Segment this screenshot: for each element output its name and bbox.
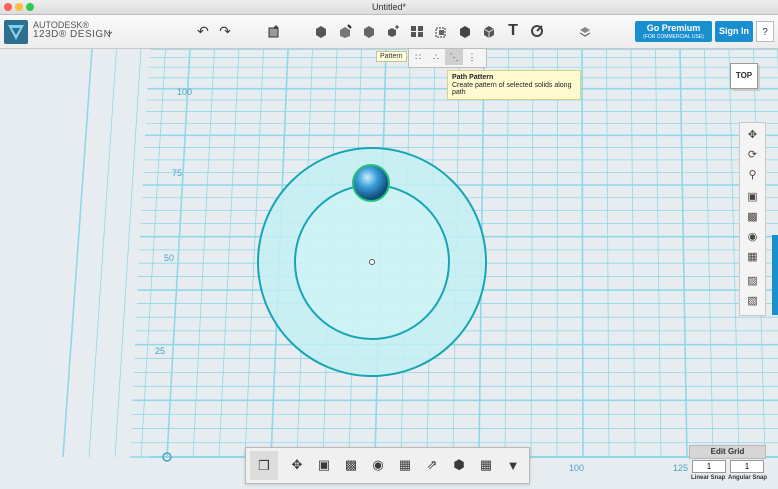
grid-toggle-icon[interactable]: ▨	[740, 271, 765, 289]
construct-icon[interactable]	[334, 20, 356, 42]
x-label-100: 100	[569, 463, 585, 473]
grid-line	[114, 49, 142, 458]
layers-icon[interactable]: ▦	[393, 454, 417, 476]
pattern-menu-label: Pattern	[376, 51, 407, 62]
orbit-icon[interactable]: ⟳	[740, 145, 765, 163]
minimize-window-button[interactable]	[15, 3, 23, 11]
grid-line	[218, 49, 240, 458]
grid-line	[606, 49, 610, 458]
visibility-icon[interactable]: ◉	[740, 227, 765, 245]
shape-icon[interactable]: ⬢	[447, 454, 471, 476]
material-icon[interactable]	[574, 20, 596, 42]
edit-grid-button[interactable]: Edit Grid	[689, 445, 766, 459]
rectangular-pattern-icon[interactable]: ∷	[409, 49, 427, 65]
sketch-icon[interactable]	[310, 20, 332, 42]
app-brand: AUTODESK® 123D® DESIGN	[33, 20, 111, 40]
redo-icon[interactable]: ↷	[214, 20, 236, 42]
text-icon[interactable]: T	[502, 20, 524, 42]
zoom-window-button[interactable]	[26, 3, 34, 11]
measure-icon[interactable]	[454, 20, 476, 42]
undo-icon[interactable]: ↶	[192, 20, 214, 42]
angular-snap-label: Angular Snap	[728, 475, 768, 481]
brand-line2: 123D® DESIGN	[33, 29, 112, 40]
mirror-icon[interactable]: ⋮	[463, 49, 481, 65]
material-picker-icon[interactable]: ▦	[474, 454, 498, 476]
bottom-toolbar: ❒ ✥ ▣ ▩ ◉ ▦ ⇗ ⬢ ▦ ▼	[245, 447, 530, 484]
filter-icon[interactable]: ▼	[501, 454, 525, 476]
grid-line	[88, 49, 117, 458]
grid-line	[192, 49, 215, 458]
zoom-icon[interactable]: ⚲	[740, 165, 765, 183]
circular-pattern-icon[interactable]: ∴	[427, 49, 445, 65]
path-pattern-icon[interactable]: ⋱	[445, 49, 463, 65]
linear-snap-field[interactable]: 1	[692, 460, 726, 473]
pattern-icon[interactable]	[382, 20, 404, 42]
grouping-icon[interactable]	[406, 20, 428, 42]
app-menu-chevron-down-icon[interactable]: ⌄	[106, 26, 114, 37]
side-panel-tab[interactable]	[772, 235, 778, 315]
y-label-75: 75	[172, 168, 183, 178]
modify-icon[interactable]	[358, 20, 380, 42]
grid-line	[530, 49, 534, 458]
grid-line	[504, 49, 509, 458]
go-premium-label: Go Premium	[646, 23, 701, 33]
sign-in-button[interactable]: Sign In	[715, 21, 753, 42]
close-window-button[interactable]	[4, 3, 12, 11]
smart-scale-icon[interactable]: ▣	[312, 454, 336, 476]
combine-icon[interactable]	[430, 20, 452, 42]
grid-line	[630, 49, 636, 458]
grid-line	[62, 49, 93, 458]
export-icon[interactable]: ⇗	[420, 454, 444, 476]
linear-snap-label: Linear Snap	[691, 475, 726, 481]
tooltip-title: Path Pattern	[452, 74, 494, 81]
grid-line	[655, 49, 662, 458]
grid-line	[679, 49, 688, 458]
y-label-50: 50	[164, 253, 175, 263]
pattern-submenu: ∷ ∴ ⋱ ⋮	[408, 48, 487, 68]
path-pattern-tooltip: Path Pattern Create pattern of selected …	[447, 70, 581, 100]
view-cube[interactable]: TOP	[730, 63, 758, 89]
materials-view-icon[interactable]: ▦	[740, 247, 765, 265]
grid-line	[556, 49, 558, 458]
perspective-icon[interactable]: ▩	[740, 207, 765, 225]
grid-line	[728, 49, 740, 458]
grid-line	[704, 49, 714, 458]
snap-toggle-icon[interactable]: ▧	[740, 291, 765, 309]
y-label-100: 100	[177, 87, 193, 97]
move-icon[interactable]: ✥	[285, 454, 309, 476]
sphere-solid[interactable]	[352, 164, 390, 202]
go-premium-button[interactable]: Go Premium (FOR COMMERCIAL USE)	[635, 21, 712, 42]
grid-line	[581, 49, 584, 458]
window-title: Untitled*	[371, 2, 407, 12]
help-button[interactable]: ?	[756, 21, 774, 42]
tooltip-description: Create pattern of selected solids along …	[452, 82, 572, 96]
smart-resize-icon[interactable]: ▩	[339, 454, 363, 476]
pan-icon[interactable]: ✥	[740, 125, 765, 143]
y-label-25: 25	[155, 346, 166, 356]
solid-icon[interactable]	[478, 20, 500, 42]
grid-canvas	[62, 49, 778, 462]
fit-icon[interactable]: ▣	[740, 187, 765, 205]
design-viewport[interactable]: 100 75 50 25 100 125	[0, 49, 778, 489]
grid-line	[140, 49, 166, 458]
primitives-icon[interactable]	[263, 20, 285, 42]
navigation-bar: ✥ ⟳ ⚲ ▣ ▩ ◉ ▦ ▨ ▧	[739, 122, 766, 316]
selection-mode-icon[interactable]: ❒	[250, 451, 278, 480]
window-titlebar: Untitled*	[0, 0, 778, 15]
go-premium-sublabel: (FOR COMMERCIAL USE)	[643, 34, 704, 40]
hide-icon[interactable]: ◉	[366, 454, 390, 476]
x-label-125: 125	[673, 463, 689, 473]
app-logo-icon[interactable]	[4, 20, 28, 44]
angular-snap-field[interactable]: 1	[730, 460, 764, 473]
snap-icon[interactable]	[526, 20, 548, 42]
